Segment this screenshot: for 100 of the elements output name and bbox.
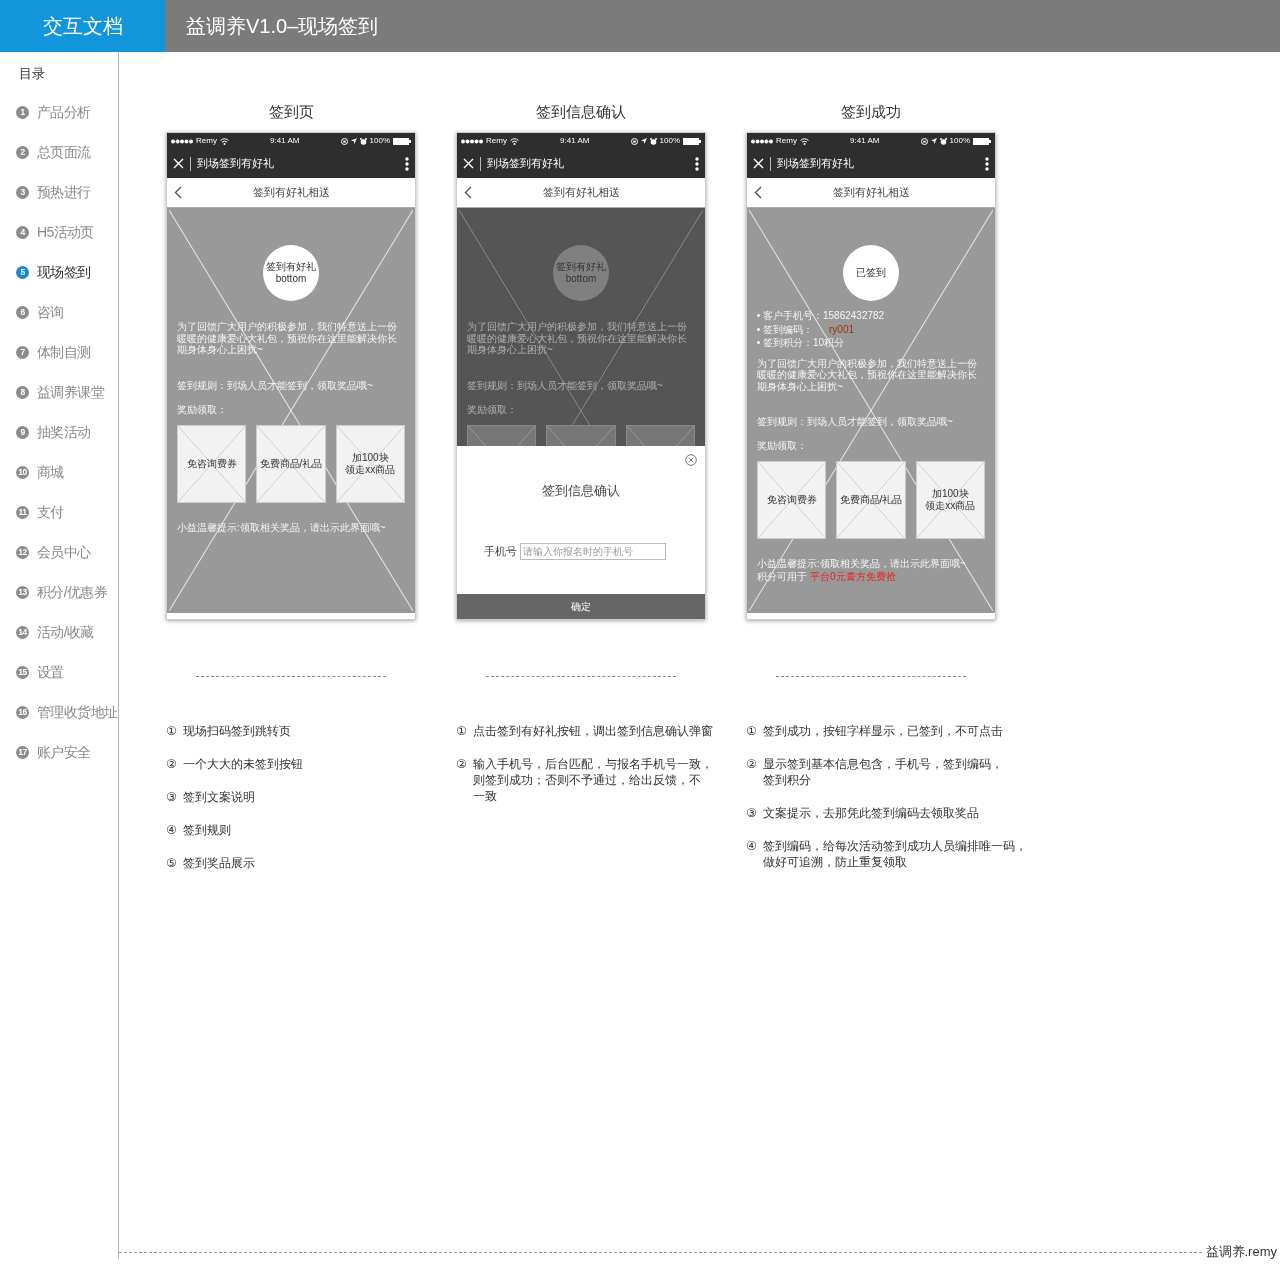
number-badge: 6 — [16, 305, 29, 319]
more-icon[interactable] — [695, 156, 699, 171]
battery-icon — [973, 137, 991, 145]
number-badge: 8 — [16, 385, 29, 399]
signal-icon — [751, 138, 773, 144]
sidebar-item[interactable]: 预热进行 — [37, 181, 91, 203]
number-badge: 2 — [16, 145, 29, 159]
number-badge: 12 — [16, 545, 29, 559]
phone-input-field[interactable]: 请输入你报名时的手机号 — [520, 542, 666, 560]
location-icon — [640, 138, 647, 144]
sidebar-item[interactable]: 产品分析 — [37, 101, 91, 123]
nav-title: 签到有好礼相送 — [832, 185, 910, 201]
rotation-lock-icon — [920, 137, 928, 145]
back-icon[interactable] — [464, 186, 472, 199]
wifi-icon — [509, 137, 519, 145]
note-item: ② 一个大大的未签到按钮 — [166, 756, 303, 772]
rotation-lock-icon — [630, 137, 638, 145]
number-badge: 14 — [16, 625, 29, 639]
sidebar-item[interactable]: 账户安全 — [37, 741, 91, 763]
sidebar-item[interactable]: H5活动页 — [37, 221, 94, 243]
number-badge: 1 — [16, 105, 29, 119]
number-badge: 11 — [16, 505, 29, 519]
intro-text: 为了回馈广大用户的积极参加，我们特意送上一份暖暖的健康爱心大礼包，预祝你在这里能解决你长期身体身心上困扰~ — [177, 321, 398, 356]
footer-signature: 益调养.remy — [1204, 1243, 1278, 1262]
sidebar-heading: 目录 — [18, 65, 45, 83]
info-line: 签到积分：10积分 — [763, 336, 845, 350]
checkin-button[interactable]: 签到有好礼 bottom — [263, 245, 319, 301]
info-line: 客户手机号：15862432782 — [763, 309, 885, 323]
sidebar-item[interactable]: 支付 — [37, 501, 64, 523]
back-icon[interactable] — [174, 186, 182, 199]
app-title: 到场签到有好礼 — [197, 155, 275, 171]
intro-text: 为了回馈广大用户的积极参加，我们特意送上一份暖暖的健康爱心大礼包，预祝你在这里能解决你长期身体身心上困扰~ — [467, 321, 688, 356]
tip-text: 积分可用于 平台0元膏方免费抢 — [757, 570, 896, 583]
note-item: ④ 签到编码，给每次活动签到成功人员编排唯一码， 做好可追溯，防止重复领取 — [746, 838, 1027, 870]
number-badge: 5 — [16, 265, 29, 279]
number-badge: 17 — [16, 745, 29, 759]
carrier-name: Remy — [776, 135, 797, 147]
reward-card: 免费商品/礼品 — [836, 461, 906, 539]
battery-percent: 100% — [659, 135, 680, 147]
confirm-button[interactable]: 确定 — [457, 594, 705, 619]
logo: 交互文档 — [0, 0, 165, 52]
sidebar-item[interactable]: 抽奖活动 — [37, 421, 91, 443]
note-item: ⑤ 签到奖品展示 — [166, 855, 255, 871]
nav-title: 签到有好礼相送 — [252, 185, 330, 201]
sidebar-item[interactable]: 现场签到 — [37, 261, 91, 283]
sidebar-item[interactable]: 益调养课堂 — [37, 381, 104, 403]
note-item: ③ 文案提示，去那凭此签到编码去领取奖品 — [746, 805, 979, 821]
carrier-name: Remy — [486, 135, 507, 147]
sidebar-item[interactable]: 活动/收藏 — [37, 621, 94, 643]
status-time: 9:41 AM — [850, 135, 880, 147]
reward-card: 免费商品/礼品 — [256, 424, 326, 503]
signal-icon — [461, 138, 483, 144]
more-icon[interactable] — [405, 156, 409, 171]
back-icon[interactable] — [754, 186, 762, 199]
number-badge: 9 — [16, 425, 29, 439]
rule-text: 签到规则：到场人员才能签到，领取奖品哦~ — [177, 378, 373, 393]
alarm-icon — [359, 137, 367, 145]
status-time: 9:41 AM — [270, 135, 300, 147]
checkin-button[interactable]: 签到有好礼 bottom — [553, 245, 609, 301]
note-item: ② 输入手机号，后台匹配，与报名手机号一致， 则签到成功；否则不予通过，给出反馈，不 一致 — [456, 756, 713, 804]
tip-text: 小益温馨提示:领取相关奖品，请出示此界面哦~ — [757, 557, 966, 570]
rotation-lock-icon — [340, 137, 348, 145]
sidebar-item[interactable]: 商城 — [37, 461, 64, 483]
signal-icon — [171, 138, 193, 144]
sidebar-item[interactable]: 积分/优惠券 — [37, 581, 108, 603]
reward-card: 加100块 领走xx商品 — [915, 461, 985, 539]
battery-icon — [393, 137, 411, 145]
note-item: ③ 签到文案说明 — [166, 789, 255, 805]
sidebar-item[interactable]: 设置 — [37, 661, 64, 683]
field-label: 手机号 — [484, 543, 517, 559]
note-item: ① 现场扫码签到跳转页 — [166, 723, 291, 739]
screen-caption: 签到页 — [267, 102, 315, 122]
number-badge: 10 — [16, 465, 29, 479]
reward-card: 加100块 领走xx商品 — [335, 424, 405, 503]
tip-text: 小益温馨提示:领取相关奖品，请出示此界面哦~ — [177, 520, 386, 534]
checkin-button[interactable]: 已签到 — [843, 245, 899, 301]
nav-title: 签到有好礼相送 — [542, 185, 620, 201]
reward-label: 奖励领取： — [467, 402, 517, 417]
screen-caption: 签到信息确认 — [535, 102, 627, 122]
sidebar-item[interactable]: 咨询 — [37, 301, 64, 323]
note-item: ② 显示签到基本信息包含，手机号，签到编码， 签到积分 — [746, 756, 1003, 788]
carrier-name: Remy — [196, 135, 217, 147]
rule-text: 签到规则：到场人员才能签到，领取奖品哦~ — [467, 378, 663, 393]
screen-caption: 签到成功 — [840, 102, 902, 122]
number-badge: 3 — [16, 185, 29, 199]
location-icon — [350, 138, 357, 144]
reward-card: 免咨询费券 — [177, 424, 247, 503]
alarm-icon — [649, 137, 657, 145]
reward-label: 奖励领取： — [177, 402, 227, 417]
sidebar-item[interactable]: 总页面流 — [37, 141, 91, 163]
battery-percent: 100% — [369, 135, 390, 147]
more-icon[interactable] — [985, 156, 989, 171]
sidebar-item[interactable]: 会员中心 — [37, 541, 91, 563]
note-item: ① 点击签到有好礼按钮，调出签到信息确认弹窗 — [456, 723, 713, 739]
number-badge: 4 — [16, 225, 29, 239]
note-item: ① 签到成功，按钮字样显示，已签到，不可点击 — [746, 723, 1003, 739]
note-item: ④ 签到规则 — [166, 822, 231, 838]
sidebar-item[interactable]: 体制自测 — [37, 341, 91, 363]
sidebar-item[interactable]: 管理收货地址 — [37, 701, 118, 723]
battery-percent: 100% — [949, 135, 970, 147]
